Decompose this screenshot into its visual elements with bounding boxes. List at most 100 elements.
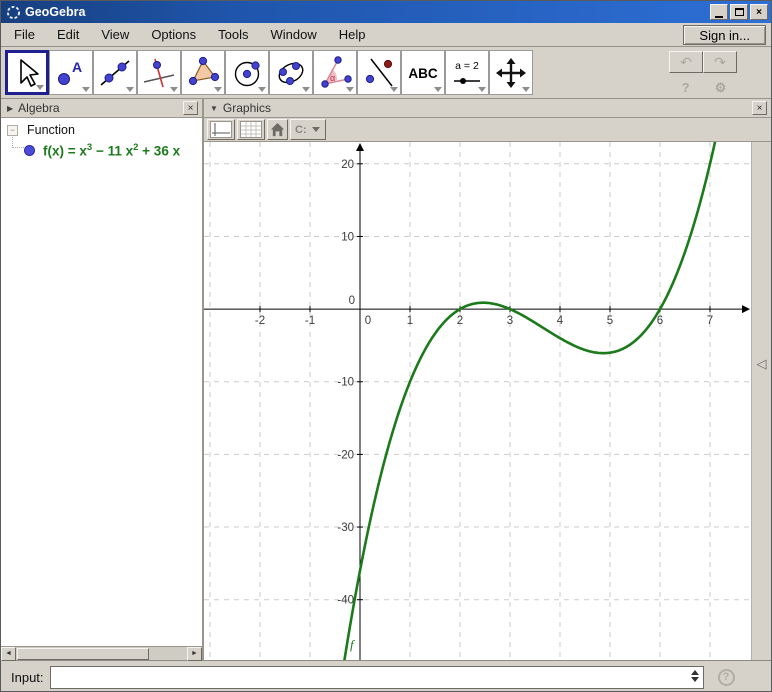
- tool-dropdown-icon[interactable]: [126, 87, 134, 92]
- svg-text:A: A: [72, 59, 82, 75]
- algebra-panel: ▶ Algebra × − Function f(x) = x3 − 11 x2…: [1, 99, 204, 660]
- svg-text:ABC: ABC: [408, 66, 437, 81]
- chevron-down-icon: [312, 127, 320, 132]
- circle-tool-button[interactable]: [225, 50, 269, 95]
- tool-dropdown-icon[interactable]: [346, 87, 354, 92]
- maximize-button[interactable]: [730, 4, 748, 20]
- point-capturing-button[interactable]: C:: [290, 119, 326, 140]
- text-tool-button[interactable]: ABC: [401, 50, 445, 95]
- algebra-header: ▶ Algebra ×: [1, 99, 202, 118]
- object-visibility-dot[interactable]: [24, 145, 35, 156]
- algebra-close-button[interactable]: ×: [183, 101, 198, 115]
- perpendicular-line-icon: [142, 56, 176, 90]
- menu-tools[interactable]: Tools: [207, 24, 259, 45]
- geogebra-window: GeoGebra × File Edit View Options Tools …: [0, 0, 772, 692]
- tool-dropdown-icon[interactable]: [302, 87, 310, 92]
- angle-tool-button[interactable]: α: [313, 50, 357, 95]
- tool-dropdown-icon[interactable]: [522, 87, 530, 92]
- slider-tool-button[interactable]: a = 2: [445, 50, 489, 95]
- function-group-node[interactable]: − Function: [7, 123, 202, 137]
- minimize-icon: [715, 16, 723, 18]
- slider-icon: a = 2: [450, 56, 484, 90]
- tool-dropdown-icon[interactable]: [82, 87, 90, 92]
- input-label: Input:: [11, 670, 44, 685]
- function-curve[interactable]: [204, 142, 751, 660]
- function-definition: f(x) = x3 − 11 x2 + 36 x: [43, 142, 180, 159]
- menu-window[interactable]: Window: [259, 24, 327, 45]
- spinner-down-icon[interactable]: [691, 677, 699, 682]
- gear-icon[interactable]: ⚙: [715, 80, 727, 96]
- x-axis-tick-label: 1: [407, 315, 413, 327]
- input-history-spinner[interactable]: [691, 670, 699, 682]
- graphics-collapse-icon[interactable]: ▼: [210, 104, 218, 113]
- maximize-icon: [735, 8, 744, 16]
- main-area: ▶ Algebra × − Function f(x) = x3 − 11 x2…: [1, 99, 771, 660]
- toolbar: A: [1, 47, 771, 99]
- point-icon: A: [54, 56, 88, 90]
- tree-connector: [12, 135, 24, 148]
- help-icon[interactable]: ?: [682, 80, 690, 96]
- collapse-minus-icon[interactable]: −: [7, 125, 18, 136]
- menu-edit[interactable]: Edit: [46, 24, 90, 45]
- move-tool-button[interactable]: [5, 50, 49, 95]
- close-button[interactable]: ×: [750, 4, 768, 20]
- command-input[interactable]: [50, 666, 704, 689]
- graphics-canvas[interactable]: -2-101234567-40-30-20-1001020f: [204, 142, 751, 660]
- default-view-button[interactable]: [267, 119, 288, 140]
- tool-dropdown-icon[interactable]: [258, 87, 266, 92]
- algebra-tree: − Function f(x) = x3 − 11 x2 + 36 x: [1, 118, 202, 646]
- scroll-right-icon: ►: [191, 650, 198, 657]
- line-icon: [98, 56, 132, 90]
- move-graphics-tool-button[interactable]: [489, 50, 533, 95]
- function-group-label: Function: [27, 123, 75, 137]
- scroll-left-icon: ◄: [5, 650, 12, 657]
- algebra-horizontal-scrollbar[interactable]: ◄ ►: [1, 646, 202, 660]
- curve-label: f: [350, 637, 356, 652]
- scroll-left-button[interactable]: ◄: [1, 647, 16, 661]
- menu-file[interactable]: File: [3, 24, 46, 45]
- y-axis-tick-label: 20: [341, 159, 354, 171]
- right-panel-strip: ◁: [751, 142, 771, 660]
- circle-icon: [230, 56, 264, 90]
- menu-help[interactable]: Help: [328, 24, 377, 45]
- scroll-right-button[interactable]: ►: [187, 647, 202, 661]
- function-plot[interactable]: -2-101234567-40-30-20-1001020f: [204, 142, 751, 660]
- menu-options[interactable]: Options: [140, 24, 207, 45]
- tool-dropdown-icon[interactable]: [434, 87, 442, 92]
- toggle-axes-button[interactable]: [207, 119, 235, 140]
- algebra-collapse-icon[interactable]: ▶: [7, 104, 13, 113]
- redo-button[interactable]: ↷: [703, 51, 737, 73]
- close-icon: ×: [756, 7, 762, 18]
- minimize-button[interactable]: [710, 4, 728, 20]
- toggle-grid-button[interactable]: [237, 119, 265, 140]
- polygon-tool-button[interactable]: [181, 50, 225, 95]
- y-axis-tick-label: -30: [337, 522, 354, 534]
- sign-in-button[interactable]: Sign in...: [683, 25, 766, 45]
- line-tool-button[interactable]: [93, 50, 137, 95]
- undo-icon: ↶: [680, 54, 692, 71]
- collapse-left-icon[interactable]: ◁: [757, 356, 767, 660]
- tool-dropdown-icon[interactable]: [170, 87, 178, 92]
- spinner-up-icon[interactable]: [691, 670, 699, 675]
- ellipse-tool-button[interactable]: [269, 50, 313, 95]
- perpendicular-line-tool-button[interactable]: [137, 50, 181, 95]
- tool-dropdown-icon[interactable]: [478, 87, 486, 92]
- function-item[interactable]: f(x) = x3 − 11 x2 + 36 x: [24, 142, 202, 159]
- x-axis-tick-label: 2: [457, 315, 463, 327]
- reflect-icon: [362, 56, 396, 90]
- graphics-close-button[interactable]: ×: [752, 101, 767, 115]
- undo-button[interactable]: ↶: [669, 51, 703, 73]
- tool-dropdown-icon[interactable]: [36, 85, 44, 90]
- home-icon: [270, 122, 285, 137]
- point-tool-button[interactable]: A: [49, 50, 93, 95]
- input-help-button[interactable]: ?: [718, 669, 735, 686]
- window-title: GeoGebra: [25, 5, 85, 19]
- menu-view[interactable]: View: [90, 24, 140, 45]
- reflect-tool-button[interactable]: [357, 50, 401, 95]
- grid-icon: [240, 121, 262, 138]
- tool-dropdown-icon[interactable]: [214, 87, 222, 92]
- tool-dropdown-icon[interactable]: [390, 87, 398, 92]
- x-axis-arrow-icon: [742, 305, 750, 313]
- point-capturing-label: C:: [295, 124, 307, 136]
- scrollbar-thumb[interactable]: [17, 648, 149, 660]
